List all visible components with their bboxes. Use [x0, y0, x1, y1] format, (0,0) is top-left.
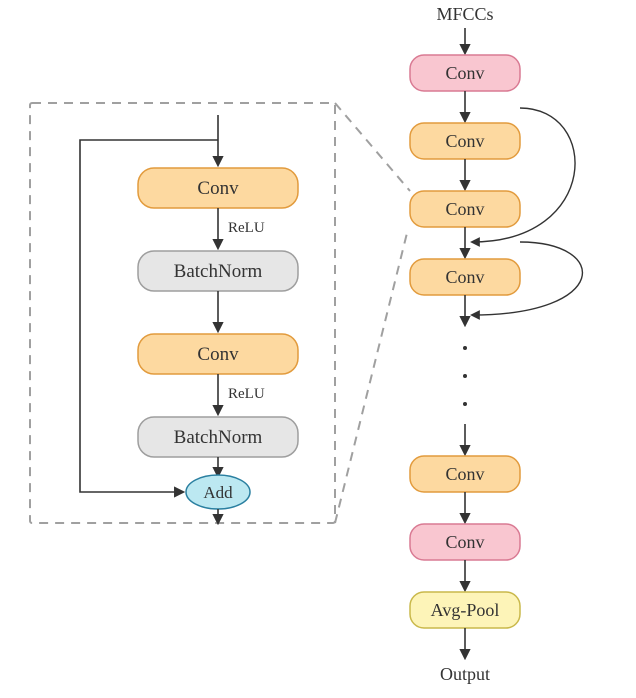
detail-bn1-label: BatchNorm [174, 261, 263, 282]
avg-pool-label: Avg-Pool [431, 600, 500, 620]
output-label: Output [440, 664, 490, 684]
detail-bn2-label: BatchNorm [174, 427, 263, 448]
main-chain: MFCCs Conv Conv Conv Conv Conv Conv [410, 4, 582, 684]
res-conv-1-label: Conv [445, 131, 484, 151]
detail-relu1-label: ReLU [228, 220, 265, 236]
ellipsis-dot [463, 402, 467, 406]
detail-conv2-label: Conv [197, 344, 239, 365]
res-conv-2-label: Conv [445, 199, 484, 219]
ellipsis-dot [463, 346, 467, 350]
input-label: MFCCs [436, 4, 493, 24]
detail-connector-bottom [335, 229, 408, 523]
last-conv-label: Conv [445, 532, 484, 552]
detail-box-frame [30, 103, 335, 523]
architecture-diagram: MFCCs Conv Conv Conv Conv Conv Conv [0, 0, 636, 698]
res-conv-3-label: Conv [445, 267, 484, 287]
detail-conv1-label: Conv [197, 178, 239, 199]
detail-relu2-label: ReLU [228, 386, 265, 402]
first-conv-label: Conv [445, 63, 484, 83]
detail-add-label: Add [203, 483, 233, 502]
res-conv-last-label: Conv [445, 464, 484, 484]
detail-connector-top [335, 103, 410, 191]
residual-block-detail: Conv ReLU BatchNorm Conv ReLU BatchNorm … [30, 103, 410, 523]
ellipsis-dot [463, 374, 467, 378]
